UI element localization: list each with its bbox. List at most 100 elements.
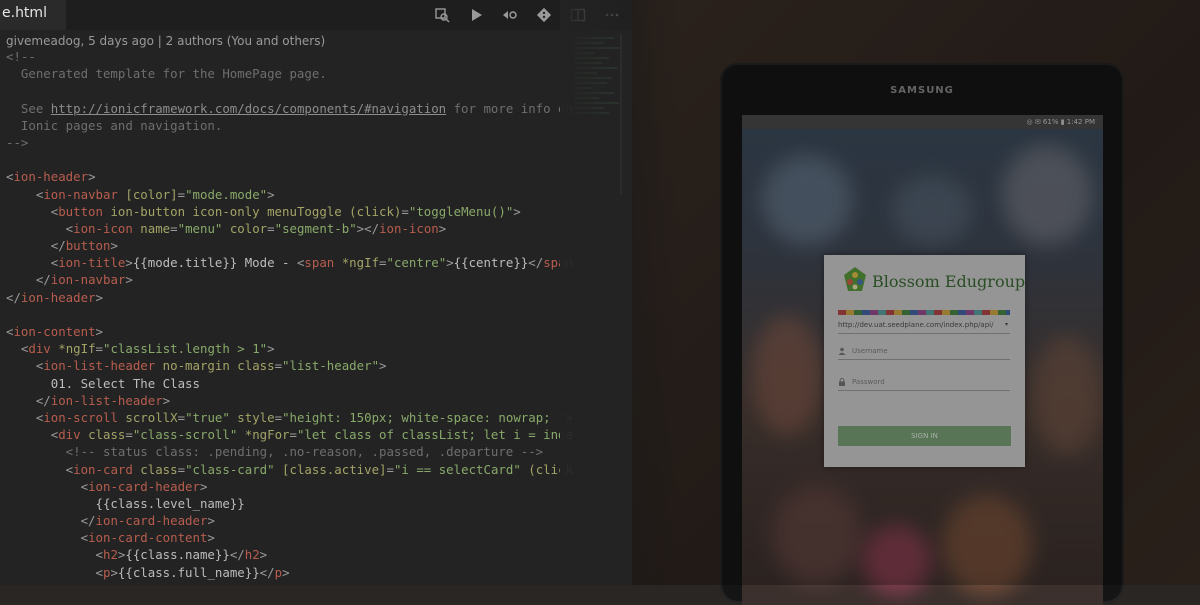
code-token: >	[199, 478, 208, 494]
lock-icon	[839, 378, 845, 386]
bg-photo-blob	[1032, 335, 1102, 455]
code-line: <ion-icon name="menu" color="segment-b">…	[6, 220, 572, 237]
code-token: ion-header	[20, 289, 96, 305]
code-line: </button>	[6, 237, 572, 254]
open-changes-icon[interactable]	[432, 6, 452, 24]
code-line: <ion-scroll scrollX="true" style="height…	[6, 409, 572, 426]
code-token: =	[289, 427, 297, 443]
code-line: <ion-title>{{mode.title}} Mode - <span *…	[6, 254, 572, 271]
sign-in-button[interactable]: SIGN IN	[838, 426, 1011, 446]
code-token: <	[6, 220, 74, 236]
code-token: =	[170, 220, 178, 236]
bg-photo-blob	[892, 175, 972, 245]
code-token: ion-navbar	[43, 186, 118, 202]
code-token: color	[222, 220, 268, 236]
code-token: ion-scroll	[43, 409, 118, 425]
code-token: <	[6, 427, 59, 443]
code-token: ion-card	[73, 461, 133, 477]
code-token: *ngFor	[237, 427, 290, 443]
code-token: span	[543, 255, 572, 271]
code-token: h2	[244, 547, 260, 563]
code-token: >	[207, 513, 215, 529]
git-icon[interactable]	[534, 6, 554, 24]
password-field[interactable]: Password	[838, 376, 1010, 391]
code-token: =	[267, 220, 275, 236]
code-token: <	[6, 203, 59, 219]
server-url-select[interactable]: http://dev.uat.seedplane.com/index.php/a…	[838, 321, 1010, 334]
code-token: </	[6, 272, 51, 288]
code-token: <	[6, 255, 59, 271]
code-token: scrollX	[117, 409, 178, 425]
code-token: button	[58, 203, 103, 219]
code-token: >	[282, 564, 290, 580]
code-token: <	[6, 478, 89, 494]
code-token: >	[125, 255, 133, 271]
code-token: >	[95, 324, 103, 339]
code-token: "height: 150px; white-space: nowrap; "	[282, 409, 566, 425]
code-token: ion-navbar	[50, 272, 126, 288]
code-token: >	[259, 547, 268, 563]
code-token: ion-header	[13, 169, 89, 185]
code-token: >	[446, 255, 454, 271]
minimap[interactable]	[574, 34, 624, 194]
code-editor: e.html givemeadog, 5 days ago | 2 author…	[0, 0, 632, 585]
password-placeholder: Password	[852, 378, 885, 386]
code-token: p	[274, 564, 283, 580]
code-token: =	[177, 186, 186, 202]
code-token: http://ionicframework.com/docs/component…	[50, 100, 447, 116]
code-token: *ngIf	[50, 341, 96, 357]
code-token: span	[304, 255, 335, 271]
code-token: button	[65, 238, 111, 254]
code-token: name	[132, 220, 171, 236]
code-token: h2	[102, 547, 118, 563]
editor-tab[interactable]: e.html	[0, 0, 66, 30]
code-line: 01. Select The Class	[6, 375, 572, 392]
code-token: =	[177, 409, 186, 425]
code-token: </	[6, 238, 66, 254]
code-line: </ion-list-header>	[6, 392, 572, 409]
code-token: >	[95, 289, 103, 305]
username-field[interactable]: Username	[838, 345, 1010, 360]
run-icon[interactable]	[466, 6, 486, 24]
code-token: div	[28, 341, 51, 357]
code-token: [class.active]	[274, 461, 387, 477]
code-token: ion-card-header	[88, 478, 200, 494]
code-token: >	[207, 530, 215, 546]
code-token: <	[6, 530, 89, 546]
code-token: >	[88, 169, 96, 185]
code-line: <div *ngIf="classList.length > 1">	[6, 340, 572, 357]
code-token: =	[401, 203, 409, 219]
tablet-brand: SAMSUNG	[890, 85, 954, 96]
user-icon	[838, 347, 846, 355]
code-token: >	[267, 341, 275, 357]
code-token: {{centre}}	[453, 255, 529, 271]
code-token: <!--	[6, 49, 36, 64]
code-token: >	[565, 409, 572, 425]
split-editor-icon[interactable]	[568, 6, 588, 24]
code-token: {{class.full_name}}	[117, 564, 260, 580]
code-line: <ion-navbar [color]="mode.mode">	[6, 186, 572, 203]
code-token: no-margin class	[155, 358, 275, 374]
code-token: ion-button icon-only menuToggle (click)	[102, 203, 402, 219]
code-area[interactable]: <!-- Generated template for the HomePage…	[6, 48, 572, 581]
code-token: for more info on	[446, 100, 572, 116]
code-token: >	[125, 272, 133, 288]
code-token: div	[58, 427, 81, 443]
bg-photo-blob	[762, 155, 852, 245]
code-line: <ion-card-header>	[6, 478, 572, 495]
code-line: {{class.level_name}}	[6, 495, 572, 512]
code-line: </ion-navbar>	[6, 271, 572, 288]
more-icon[interactable]	[602, 6, 622, 24]
code-line: </ion-card-header>	[6, 512, 572, 529]
compare-icon[interactable]	[500, 6, 520, 24]
code-token: =	[379, 255, 387, 271]
code-token: ion-title	[58, 255, 126, 271]
code-token: "let class of classList; let i = index	[296, 427, 572, 443]
code-token: <!-- status class: .pending, .no-reason,…	[6, 444, 544, 460]
code-token: "true"	[185, 409, 230, 425]
bg-photo-blob	[1002, 145, 1092, 245]
code-token: "class-card"	[185, 461, 275, 477]
code-line: <h2>{{class.name}}</h2>	[6, 546, 572, 563]
code-line: </ion-header>	[6, 289, 572, 306]
